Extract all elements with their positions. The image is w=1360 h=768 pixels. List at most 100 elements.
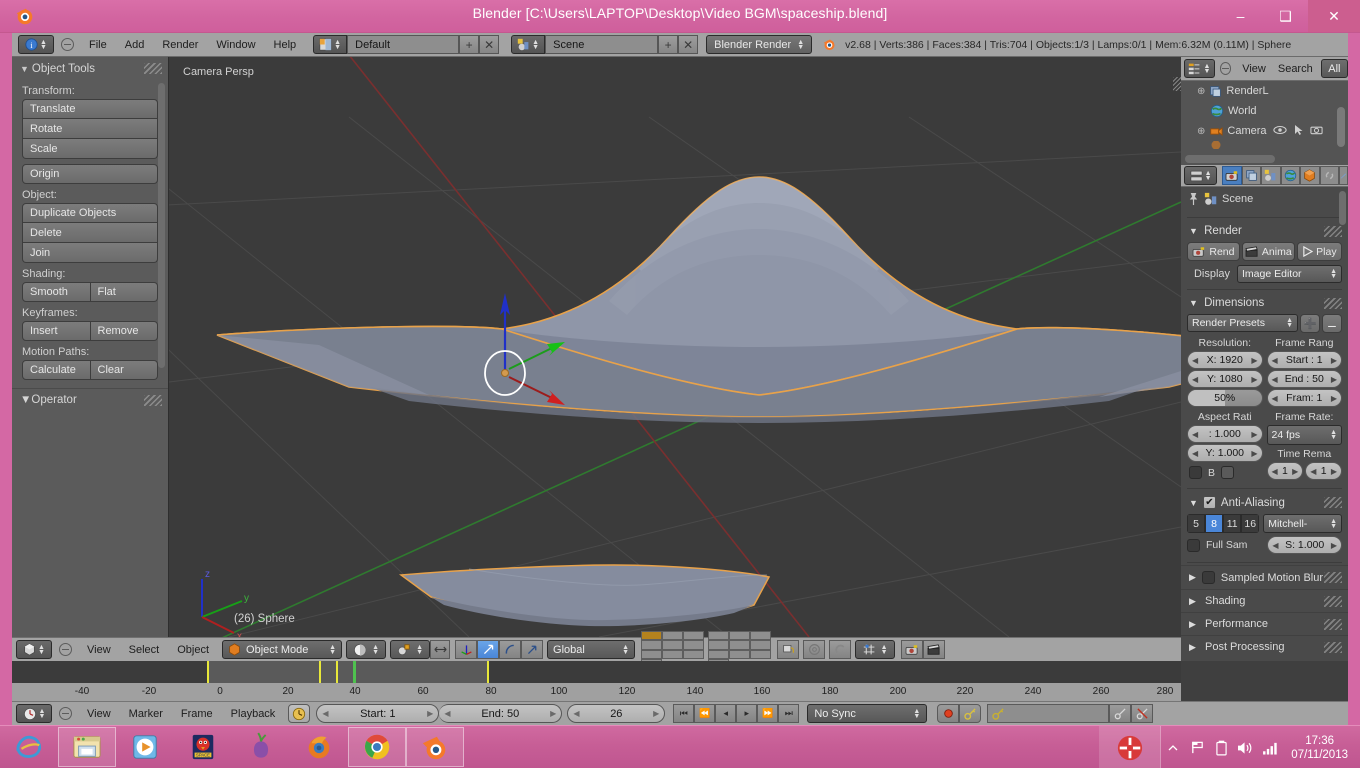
remove-preset-button[interactable]: ⚊ (1322, 314, 1342, 333)
aa-filter-selector[interactable]: Mitchell- ▲ ▼ (1263, 514, 1342, 533)
taskbar-chrome[interactable] (348, 727, 406, 767)
object-tools-panel-header[interactable]: ▼ Object Tools (12, 57, 168, 80)
menu-file[interactable]: File (80, 33, 116, 57)
timeline-ruler[interactable]: -40 -20 0 20 40 60 80 100 120 140 160 18… (12, 683, 1181, 701)
viewport-shading-selector[interactable]: ▲ ▼ (346, 640, 387, 659)
crop-checkbox[interactable] (1221, 466, 1235, 479)
outliner-row-renderlayers[interactable]: ⊕ RenderL (1181, 81, 1348, 101)
calculate-paths-button[interactable]: Calculate (22, 360, 91, 380)
smooth-button[interactable]: Smooth (22, 282, 91, 302)
operator-panel-header[interactable]: ▼Operator (12, 388, 168, 411)
outliner-vertical-scrollbar[interactable] (1337, 107, 1345, 147)
display-mode-selector[interactable]: Image Editor ▲ ▼ (1237, 265, 1342, 283)
insert-keyframe-button[interactable]: Insert (22, 321, 91, 341)
expand-icon[interactable]: ⊕ (1197, 126, 1205, 137)
timeline-menu-view[interactable]: View (78, 702, 120, 726)
minimize-button[interactable]: – (1218, 0, 1263, 32)
close-button[interactable]: ✕ (1308, 0, 1360, 32)
timeline-keyframe[interactable] (319, 661, 321, 683)
timeline-menu-playback[interactable]: Playback (222, 702, 285, 726)
rotate-mode-button[interactable] (499, 640, 522, 659)
proportional-edit-button[interactable] (803, 640, 826, 659)
play-animation-button[interactable]: Play (1296, 242, 1342, 261)
taskbar-blender[interactable] (406, 727, 464, 767)
outliner-menu-view[interactable]: View (1236, 57, 1272, 81)
visibility-eye-icon[interactable] (1272, 125, 1287, 138)
insert-keyframe-button[interactable] (1109, 704, 1132, 723)
sync-mode-selector[interactable]: No Sync ▲ ▼ (807, 704, 928, 723)
render-image-button[interactable]: Rend (1187, 242, 1240, 261)
keying-set-field[interactable] (987, 704, 1110, 723)
menu-render[interactable]: Render (153, 33, 207, 57)
timeline-editor-type-selector[interactable]: ▲ ▼ (16, 704, 52, 723)
3d-viewport[interactable]: z y x Camera Persp (26) Sphere (169, 57, 1181, 637)
aa-samples-16[interactable]: 16 (1241, 514, 1260, 533)
battery-icon-button[interactable] (1209, 726, 1233, 768)
frame-step-field[interactable]: ◀ Fram: 1 ▶ (1266, 389, 1342, 407)
dimensions-panel-header[interactable]: ▼ Dimensions (1181, 292, 1348, 314)
play-button[interactable]: ▸ (736, 704, 758, 723)
render-engine-selector[interactable]: Blender Render ▲ ▼ (706, 35, 813, 54)
flat-button[interactable]: Flat (90, 282, 158, 302)
add-screen-layout-button[interactable]: + (459, 35, 480, 54)
tab-modifiers[interactable] (1339, 166, 1349, 185)
outliner-row-partial[interactable] (1181, 141, 1348, 149)
taskbar-clock[interactable]: 17:36 07/11/2013 (1285, 734, 1360, 762)
aa-samples-5[interactable]: 5 (1187, 514, 1206, 533)
add-preset-button[interactable]: ➕ (1300, 314, 1320, 333)
collapse-menu-icon[interactable] (61, 38, 74, 51)
scale-mode-button[interactable] (521, 640, 544, 659)
frame-rate-selector[interactable]: 24 fps ▲ ▼ (1266, 425, 1342, 445)
aspect-y-field[interactable]: ◀ Y: 1.000 ▶ (1187, 444, 1263, 462)
aspect-x-field[interactable]: ◀: 1.000 ▶ (1187, 425, 1263, 443)
shading-panel-header[interactable]: ▶ Shading (1181, 589, 1348, 612)
render-opengl-animation-button[interactable] (923, 640, 946, 659)
post-processing-panel-header[interactable]: ▶ Post Processing (1181, 635, 1348, 658)
timeline-track[interactable] (12, 661, 1181, 683)
jump-to-end-button[interactable]: ⏭ (778, 704, 800, 723)
frame-start-field[interactable]: ◀ Start: 1 ▶ (316, 704, 440, 723)
collapse-menu-icon[interactable] (59, 707, 72, 720)
border-checkbox[interactable] (1189, 466, 1202, 479)
tab-constraints[interactable] (1319, 166, 1340, 185)
time-remap-new-field[interactable]: ◀ 1 ▶ (1305, 462, 1342, 480)
taskbar-file-explorer[interactable] (58, 727, 116, 767)
scene-field[interactable]: Scene (545, 35, 659, 54)
timeline-keyframe[interactable] (487, 661, 489, 683)
render-panel-header[interactable]: ▼ Render (1181, 220, 1348, 242)
use-preview-range-button[interactable] (288, 704, 311, 723)
timeline-keyframe[interactable] (336, 661, 338, 683)
current-frame-field[interactable]: ◀ 26 ▶ (567, 704, 666, 723)
antialiasing-checkbox[interactable]: ✔ (1202, 496, 1216, 509)
timeline-keyframe[interactable] (207, 661, 209, 683)
manipulator-toggle-button[interactable] (430, 640, 451, 659)
render-presets-selector[interactable]: Render Presets ▲ ▼ (1187, 314, 1298, 332)
tab-scene[interactable] (1261, 166, 1281, 185)
viewport-menu-object[interactable]: Object (168, 638, 218, 662)
play-reverse-button[interactable]: ◂ (715, 704, 737, 723)
auto-keyframe-button[interactable] (937, 704, 960, 723)
translate-manipulator-button[interactable] (455, 640, 478, 659)
selectable-cursor-icon[interactable] (1294, 124, 1304, 139)
taskbar-firefox[interactable] (290, 727, 348, 767)
renderability-camera-icon[interactable] (1309, 124, 1323, 138)
menu-add[interactable]: Add (116, 33, 154, 57)
performance-panel-header[interactable]: ▶ Performance (1181, 612, 1348, 635)
menu-window[interactable]: Window (207, 33, 264, 57)
viewport-editor-type-selector[interactable]: ▲ ▼ (16, 640, 52, 659)
translate-mode-button[interactable] (477, 640, 500, 659)
delete-scene-button[interactable]: ✕ (678, 35, 699, 54)
origin-button[interactable]: Origin (22, 164, 158, 184)
properties-editor-type-selector[interactable]: ▲ ▼ (1184, 166, 1218, 185)
jump-to-next-keyframe-button[interactable]: ⏩ (757, 704, 779, 723)
tab-render[interactable] (1222, 166, 1242, 185)
tab-object[interactable] (1300, 166, 1320, 185)
resolution-y-field[interactable]: ◀ Y: 1080 ▶ (1187, 370, 1263, 388)
tab-world[interactable] (1280, 166, 1301, 185)
jump-to-prev-keyframe-button[interactable]: ⏪ (694, 704, 716, 723)
motion-blur-checkbox[interactable] (1201, 571, 1215, 584)
outliner-horizontal-scrollbar[interactable] (1185, 155, 1275, 163)
add-scene-button[interactable]: + (658, 35, 679, 54)
taskbar-angry-birds-space[interactable]: SPACE (174, 727, 232, 767)
viewport-resize-grip[interactable] (1173, 77, 1181, 91)
